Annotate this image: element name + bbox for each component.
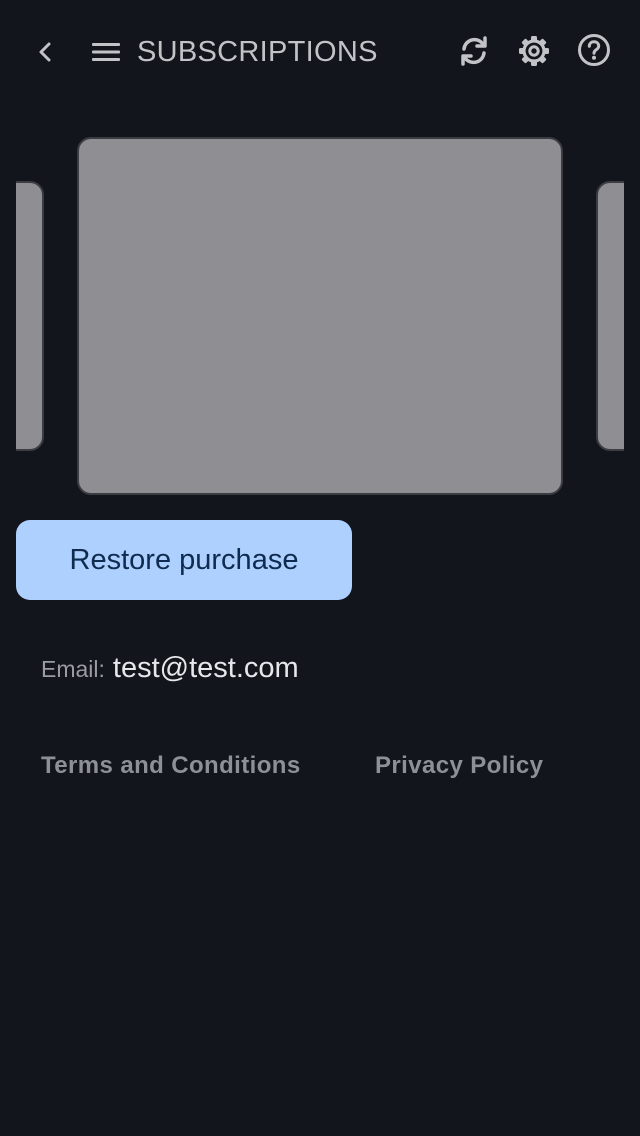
chevron-left-icon (39, 42, 51, 62)
page-title: SUBSCRIPTIONS (137, 36, 378, 68)
subscription-carousel[interactable] (0, 130, 640, 502)
terms-and-conditions-link[interactable]: Terms and Conditions (41, 752, 301, 780)
refresh-icon (461, 36, 487, 66)
settings-button[interactable] (514, 31, 554, 71)
carousel-edge-mask (0, 130, 16, 502)
subscription-card[interactable] (77, 137, 563, 495)
gear-icon (519, 36, 549, 66)
email-label: Email: (41, 656, 105, 682)
top-bar: SUBSCRIPTIONS (0, 0, 640, 104)
carousel-edge-mask (624, 130, 640, 502)
menu-button[interactable] (88, 36, 124, 68)
email-row: Email: test@test.com (41, 652, 299, 685)
privacy-policy-link[interactable]: Privacy Policy (375, 752, 543, 780)
back-button[interactable] (30, 36, 62, 68)
help-button[interactable] (575, 31, 613, 69)
restore-purchase-button[interactable]: Restore purchase (16, 520, 352, 600)
email-value: test@test.com (112, 652, 299, 684)
hamburger-menu-icon (92, 43, 120, 61)
help-circle-icon (578, 34, 610, 66)
refresh-button[interactable] (453, 30, 495, 72)
